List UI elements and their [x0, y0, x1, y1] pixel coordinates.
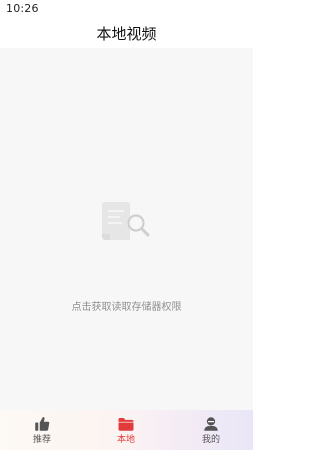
tab-mine[interactable]: 我的: [169, 410, 253, 450]
thumbs-up-icon: [35, 417, 50, 431]
bottom-tab-bar: 推荐 本地 我的: [0, 410, 253, 450]
permission-request-area[interactable]: 点击获取读取存储器权限: [0, 48, 253, 410]
user-icon: [204, 417, 218, 431]
page-title: 本地视频: [96, 24, 157, 43]
permission-request-text[interactable]: 点击获取读取存储器权限: [0, 298, 253, 313]
tab-recommend-label: 推荐: [32, 435, 51, 445]
document-search-icon: [102, 202, 150, 240]
status-time: 10:26: [6, 2, 39, 15]
status-bar: 10:26: [0, 0, 253, 18]
tab-local[interactable]: 本地: [84, 410, 168, 450]
header: 本地视频: [0, 18, 253, 48]
tab-recommend[interactable]: 推荐: [0, 410, 84, 450]
tab-mine-label: 我的: [201, 435, 220, 445]
folder-icon: [118, 418, 134, 431]
tab-local-label: 本地: [116, 435, 135, 445]
